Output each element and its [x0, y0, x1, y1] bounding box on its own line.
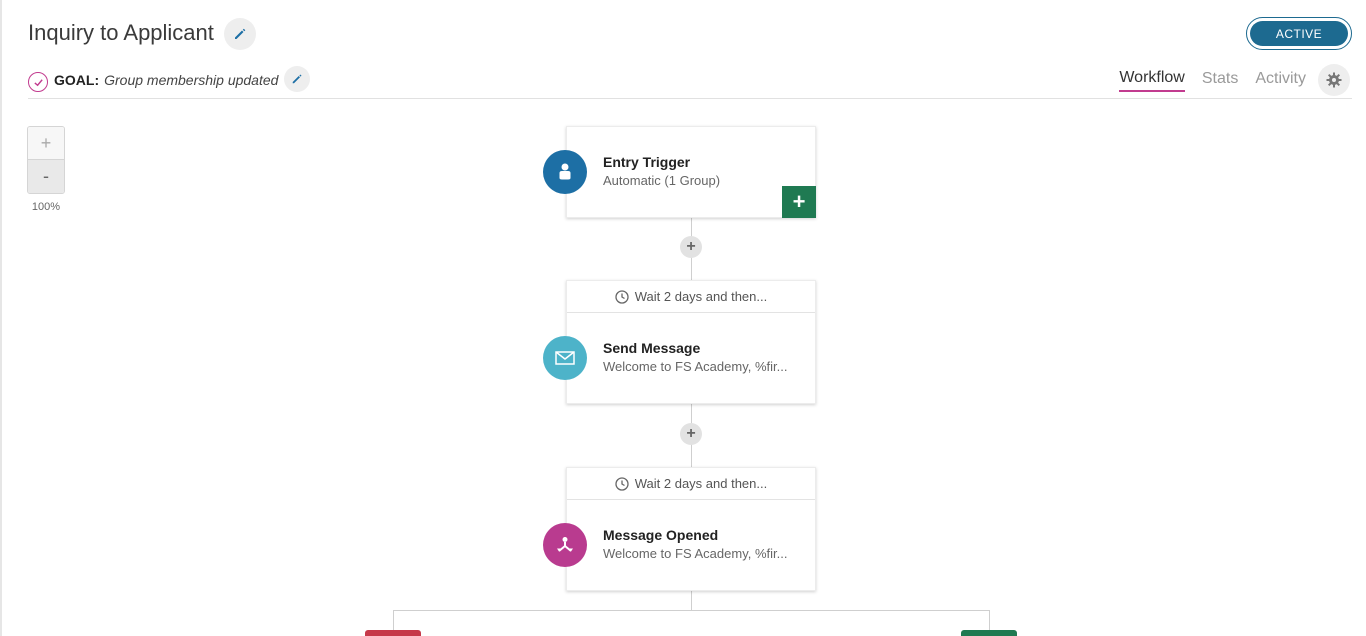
step-title: Send Message	[603, 340, 701, 356]
add-trigger-button[interactable]: +	[782, 186, 816, 218]
entry-trigger-card[interactable]: Entry Trigger Automatic (1 Group) +	[543, 126, 816, 218]
wait-text: Wait 2 days and then...	[634, 476, 768, 491]
tab-stats[interactable]: Stats	[1202, 70, 1238, 91]
tab-workflow[interactable]: Workflow	[1119, 69, 1185, 92]
settings-button[interactable]	[1318, 64, 1350, 96]
person-icon	[543, 150, 587, 194]
send-message-card[interactable]: Wait 2 days and then... Send Message Wel…	[543, 280, 816, 404]
step-subtitle: Welcome to FS Academy, %fir...	[603, 359, 788, 374]
clock-icon	[615, 289, 629, 304]
zoom-in-button[interactable]: +	[28, 127, 64, 160]
page-title: Inquiry to Applicant	[28, 20, 214, 45]
branch-icon	[543, 523, 587, 567]
branch-line-left	[393, 610, 394, 630]
message-opened-card[interactable]: Wait 2 days and then... Message Opened W…	[543, 467, 816, 591]
add-step-button[interactable]: +	[680, 236, 702, 258]
add-step-button[interactable]: +	[680, 423, 702, 445]
branch-no-node[interactable]	[365, 630, 421, 636]
branch-line-right	[989, 610, 990, 630]
goal-label: GOAL:	[54, 72, 100, 88]
wait-header: Wait 2 days and then...	[567, 468, 815, 500]
step-title: Entry Trigger	[603, 154, 691, 170]
step-subtitle: Automatic (1 Group)	[603, 173, 721, 188]
status-toggle[interactable]: ACTIVE	[1246, 17, 1352, 50]
branch-line	[393, 610, 990, 611]
envelope-icon	[543, 336, 587, 380]
pencil-icon	[235, 28, 246, 39]
gear-icon	[1326, 72, 1342, 88]
header-divider	[28, 98, 1352, 99]
zoom-control: + - 100%	[27, 126, 65, 213]
step-title: Message Opened	[603, 527, 719, 543]
view-tabs: Workflow Stats Activity	[1102, 64, 1350, 96]
goal-text: Group membership updated	[104, 72, 279, 88]
check-circle-icon	[28, 72, 48, 92]
branch-yes-node[interactable]	[961, 630, 1017, 636]
zoom-level: 100%	[31, 201, 61, 213]
edit-goal-button[interactable]	[284, 66, 310, 92]
pencil-icon	[292, 74, 302, 84]
status-badge: ACTIVE	[1250, 21, 1348, 46]
connector-line	[691, 590, 692, 610]
goal-row: GOAL: Group membership updated	[28, 68, 278, 92]
zoom-out-button[interactable]: -	[28, 160, 64, 193]
tab-activity[interactable]: Activity	[1255, 70, 1306, 91]
step-subtitle: Welcome to FS Academy, %fir...	[603, 546, 788, 561]
wait-header: Wait 2 days and then...	[567, 281, 815, 313]
wait-text: Wait 2 days and then...	[634, 289, 768, 304]
workflow-editor: Inquiry to Applicant ACTIVE GOAL: Group …	[0, 0, 1366, 636]
clock-icon	[615, 476, 629, 491]
edit-title-button[interactable]	[224, 18, 256, 50]
